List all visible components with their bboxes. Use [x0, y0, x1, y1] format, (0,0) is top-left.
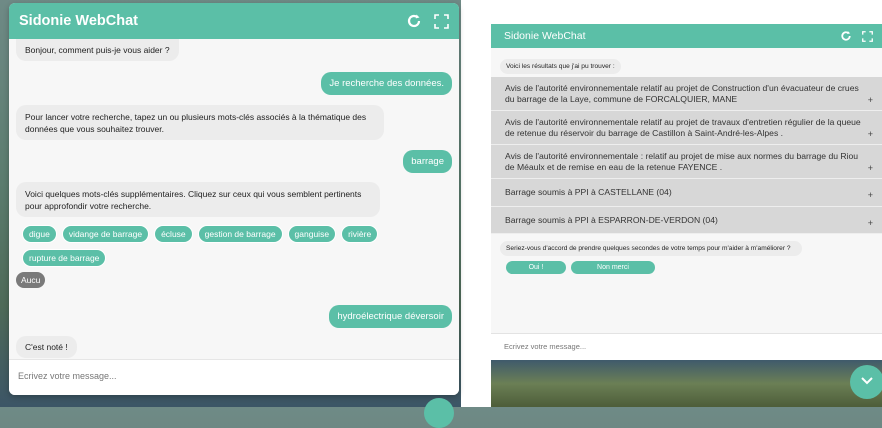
- results-list: Avis de l'autorité environnementale rela…: [491, 77, 882, 234]
- chat-header: Sidonie WebChat: [491, 24, 882, 48]
- chat-widget-right: Sidonie WebChat Voici les résultats que …: [491, 24, 882, 360]
- message-list[interactable]: Bonjour, comment puis-je vous aider ? Je…: [9, 39, 459, 359]
- keyword-chip[interactable]: ganguise: [287, 225, 337, 243]
- user-message: hydroélectrique déversoir: [329, 305, 452, 328]
- result-title: Avis de l'autorité environnementale rela…: [505, 83, 859, 104]
- keyword-chip[interactable]: vidange de barrage: [61, 225, 150, 243]
- keyword-chip[interactable]: écluse: [154, 225, 193, 243]
- result-title: Barrage soumis à PPI à ESPARRON-DE-VERDO…: [505, 214, 718, 225]
- keyword-chip[interactable]: gestion de barrage: [197, 225, 283, 243]
- result-title: Avis de l'autorité environnementale rela…: [505, 117, 861, 138]
- result-item[interactable]: Avis de l'autorité environnementale rela…: [491, 77, 882, 111]
- expand-icon[interactable]: +: [868, 163, 873, 174]
- result-item[interactable]: Avis de l'autorité environnementale rela…: [491, 111, 882, 145]
- chat-toggle-button[interactable]: [424, 398, 454, 428]
- user-message: Je recherche des données.: [321, 72, 452, 95]
- expand-icon[interactable]: +: [868, 95, 873, 106]
- keyword-chip[interactable]: rupture de barrage: [22, 249, 107, 267]
- survey-buttons: Oui ! Non merci: [491, 256, 882, 274]
- message-list[interactable]: Voici les résultats que j'ai pu trouver …: [491, 48, 882, 333]
- chat-toggle-button[interactable]: [850, 365, 882, 399]
- yes-button[interactable]: Oui !: [506, 261, 566, 274]
- chat-header: Sidonie WebChat: [9, 3, 459, 39]
- expand-icon[interactable]: +: [868, 190, 873, 201]
- no-button[interactable]: Non merci: [571, 261, 655, 274]
- refresh-icon[interactable]: [840, 30, 852, 42]
- message-input[interactable]: Ecrivez votre message...: [491, 333, 882, 360]
- result-title: Avis de l'autorité environnementale : re…: [505, 151, 859, 172]
- bot-message: Voici les résultats que j'ai pu trouver …: [500, 59, 621, 74]
- chevron-down-icon: [860, 374, 874, 391]
- expand-icon[interactable]: +: [868, 129, 873, 140]
- survey-message: Seriez-vous d'accord de prendre quelques…: [500, 241, 802, 256]
- result-item[interactable]: Barrage soumis à PPI à ESPARRON-DE-VERDO…: [491, 206, 882, 234]
- fullscreen-icon[interactable]: [862, 30, 873, 42]
- fullscreen-icon[interactable]: [434, 13, 449, 29]
- result-title: Barrage soumis à PPI à CASTELLANE (04): [505, 187, 672, 197]
- bot-message: C'est noté !: [16, 336, 77, 358]
- expand-icon[interactable]: +: [868, 218, 873, 229]
- result-item[interactable]: Avis de l'autorité environnementale : re…: [491, 145, 882, 179]
- bot-message: Bonjour, comment puis-je vous aider ?: [16, 39, 179, 61]
- chat-widget-left: Sidonie WebChat Bonjour, comment puis-je…: [9, 3, 459, 395]
- user-message: barrage: [403, 150, 452, 173]
- bot-message: Pour lancer votre recherche, tapez un ou…: [16, 105, 384, 140]
- none-button[interactable]: Aucu: [16, 272, 46, 288]
- chat-title: Sidonie WebChat: [19, 13, 138, 29]
- chat-title: Sidonie WebChat: [504, 30, 586, 42]
- keyword-chip[interactable]: rivière: [341, 225, 379, 243]
- right-scene-image: [491, 360, 882, 407]
- bot-message: Voici quelques mots-clés supplémentaires…: [16, 182, 380, 217]
- keyword-chips: digue vidange de barrage écluse gestion …: [16, 225, 452, 267]
- message-input[interactable]: Ecrivez votre message...: [9, 359, 459, 395]
- result-item[interactable]: Barrage soumis à PPI à CASTELLANE (04) +: [491, 179, 882, 207]
- refresh-icon[interactable]: [406, 13, 422, 29]
- keyword-chip[interactable]: digue: [22, 225, 57, 243]
